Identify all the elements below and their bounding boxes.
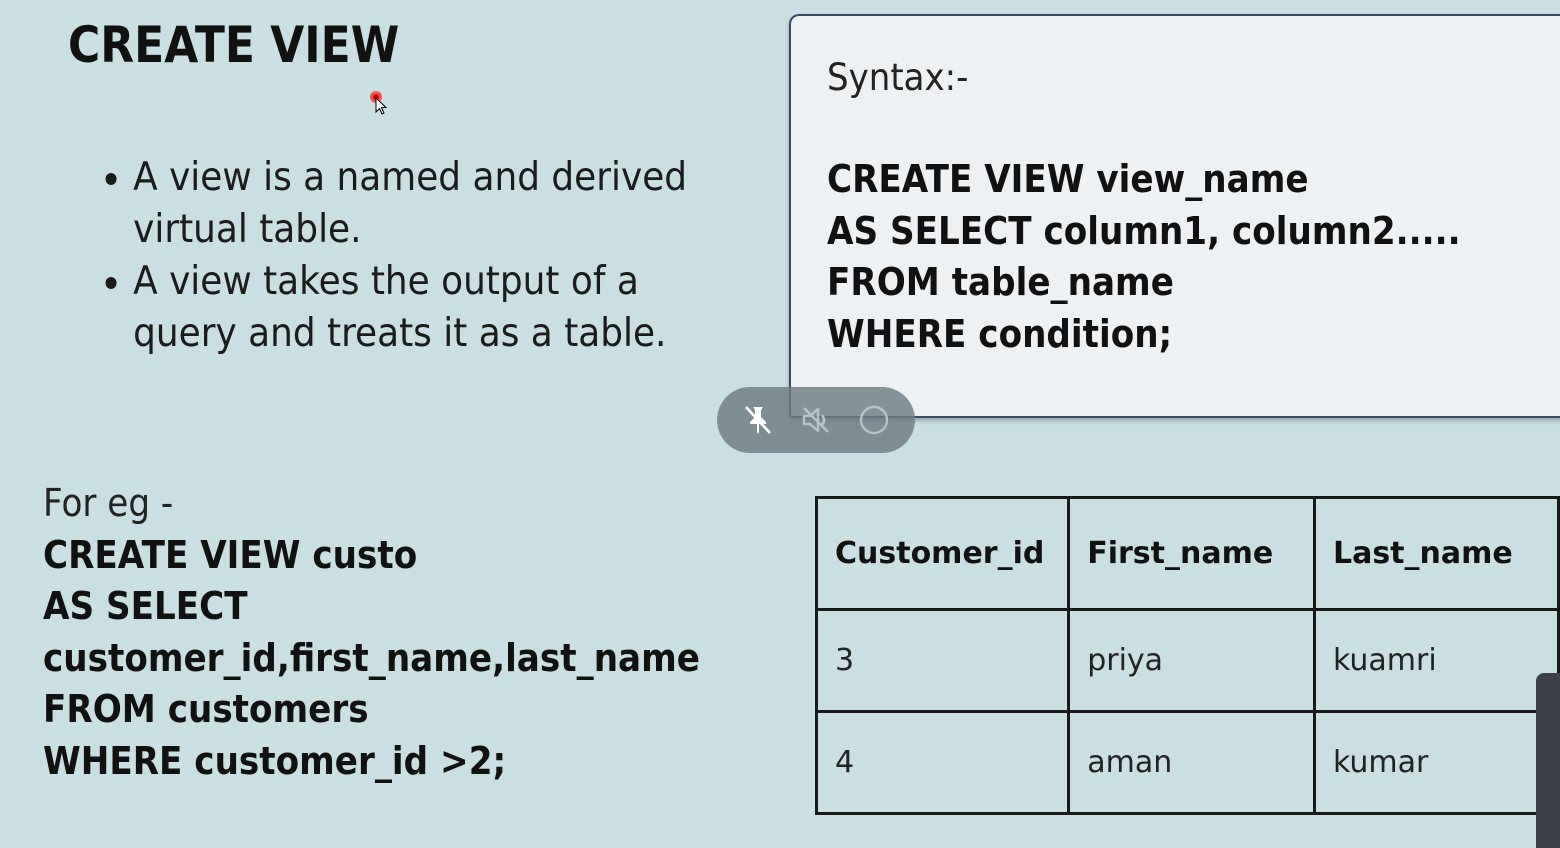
- example-intro: For eg -: [43, 481, 174, 525]
- record-icon[interactable]: [852, 398, 896, 442]
- bullet-list: A view is a named and derived virtual ta…: [100, 152, 740, 360]
- table-cell: 3: [814, 608, 1071, 713]
- unpin-icon[interactable]: [736, 398, 780, 442]
- pointer-cursor-icon: [370, 91, 387, 115]
- customers-view-table: Customer_id First_name Last_name 3 priya…: [814, 496, 1560, 815]
- example-line: FROM customers: [43, 687, 369, 731]
- example-line: WHERE customer_id >2;: [43, 738, 507, 783]
- syntax-card: Syntax:- CREATE VIEW view_name AS SELECT…: [789, 14, 1560, 418]
- column-header: Last_name: [1312, 496, 1560, 611]
- syntax-line: CREATE VIEW view_name: [827, 157, 1309, 201]
- syntax-line: WHERE condition;: [827, 311, 1173, 356]
- table-cell: aman: [1067, 710, 1316, 815]
- syntax-code: CREATE VIEW view_name AS SELECT column1,…: [827, 154, 1461, 360]
- mute-icon[interactable]: [794, 398, 838, 442]
- table-cell: priya: [1067, 608, 1316, 713]
- video-overlay-controls: [717, 387, 915, 453]
- bullet-item: A view takes the output of a query and t…: [133, 256, 740, 360]
- table-row: 4 aman kumar: [814, 710, 1560, 815]
- table-cell: kumar: [1312, 710, 1560, 815]
- column-header: Customer_id: [814, 496, 1071, 611]
- side-panel-tab[interactable]: [1536, 673, 1560, 848]
- example-line: CREATE VIEW custo: [43, 532, 418, 577]
- column-header: First_name: [1067, 496, 1316, 611]
- syntax-line: FROM table_name: [827, 260, 1174, 304]
- example-line: customer_id,first_name,last_name: [43, 635, 700, 680]
- slide-title: CREATE VIEW: [68, 16, 400, 74]
- bullet-item: A view is a named and derived virtual ta…: [133, 152, 740, 256]
- example-line: AS SELECT: [43, 584, 248, 628]
- syntax-heading: Syntax:-: [827, 56, 969, 99]
- example-code: For eg - CREATE VIEW custo AS SELECT cus…: [43, 478, 700, 787]
- syntax-line: AS SELECT column1, column2.....: [827, 208, 1461, 253]
- table-cell: 4: [814, 710, 1071, 815]
- table-cell: kuamri: [1312, 608, 1560, 713]
- table-row: 3 priya kuamri: [814, 608, 1560, 713]
- table-header-row: Customer_id First_name Last_name: [814, 496, 1560, 611]
